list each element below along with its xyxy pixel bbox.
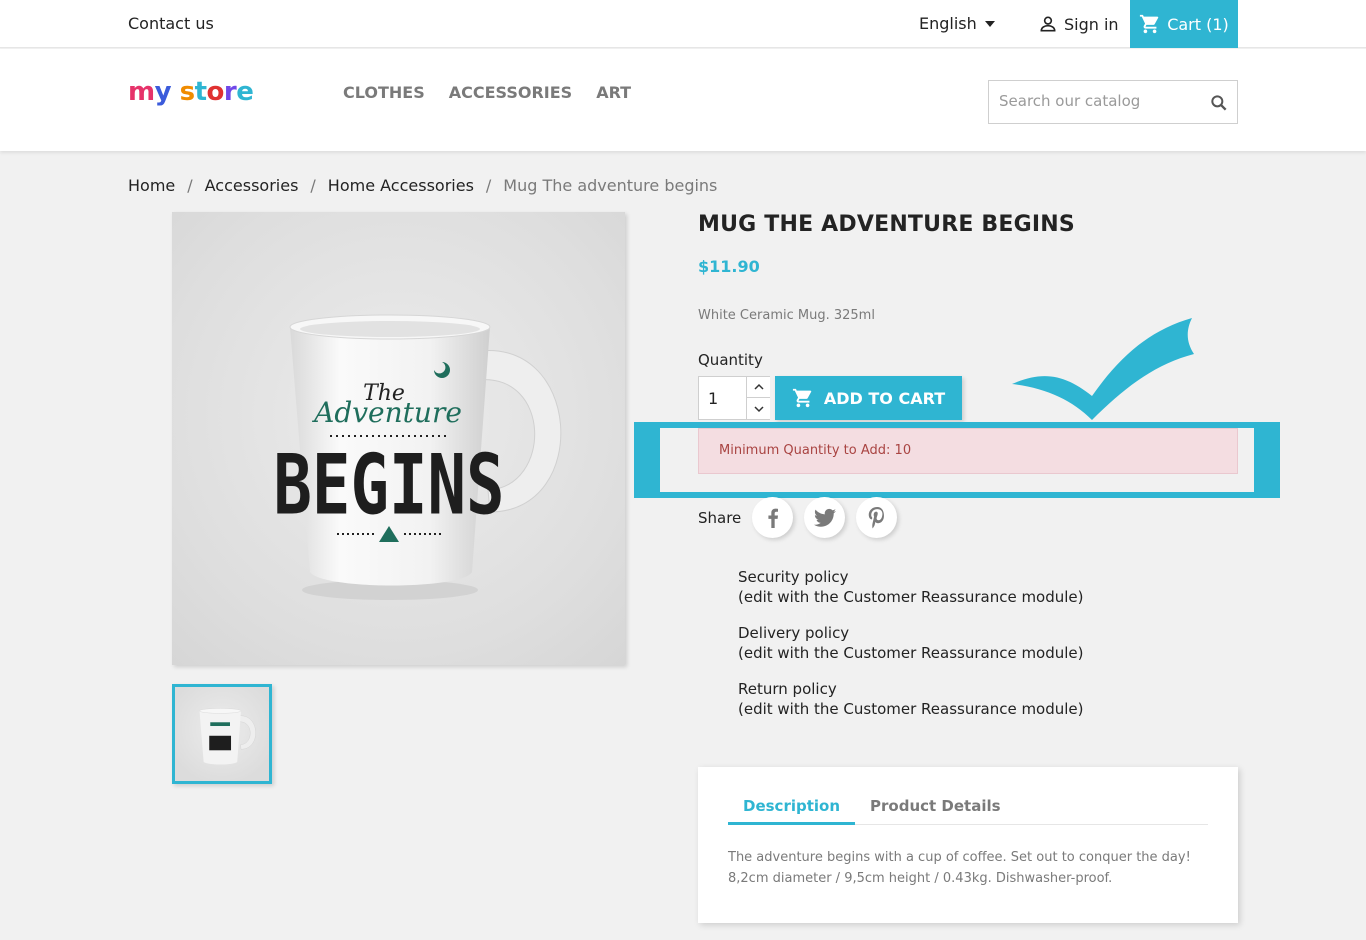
cart-button[interactable]: Cart (1)	[1130, 0, 1238, 48]
quantity-input[interactable]: 1	[708, 389, 718, 408]
twitter-icon	[813, 508, 836, 527]
top-bar: Contact us English Sign in Cart (1)	[0, 0, 1366, 48]
main-nav: CLOTHES ACCESSORIES ART	[343, 83, 631, 102]
cart-icon	[1140, 14, 1159, 34]
reassurance-title: Delivery policy	[738, 624, 850, 642]
product-main-image[interactable]: The Adventure BEGINS	[172, 212, 625, 665]
nav-clothes[interactable]: CLOTHES	[343, 83, 425, 102]
search-box	[988, 80, 1238, 124]
contact-us-link[interactable]: Contact us	[128, 14, 214, 33]
description-line: The adventure begins with a cup of coffe…	[728, 850, 1191, 865]
breadcrumb-accessories[interactable]: Accessories	[205, 176, 299, 195]
pinterest-icon	[868, 506, 884, 528]
share-label: Share	[698, 508, 742, 527]
reassurance-subtitle: (edit with the Customer Reassurance modu…	[738, 588, 1084, 606]
quantity-increase-button[interactable]	[746, 377, 770, 398]
chevron-up-icon	[753, 383, 764, 390]
breadcrumb-separator: /	[485, 176, 492, 195]
reassurance-subtitle: (edit with the Customer Reassurance modu…	[738, 644, 1084, 662]
share-twitter-button[interactable]	[804, 497, 846, 538]
tab-bar: Description Product Details	[728, 797, 1208, 825]
cart-label: Cart (1)	[1167, 14, 1229, 34]
search-input[interactable]	[989, 81, 1189, 121]
reassurance-security: Security policy (edit with the Customer …	[738, 567, 1084, 607]
facebook-icon	[768, 508, 778, 528]
mug-illustration: The Adventure BEGINS	[273, 314, 562, 600]
caret-down-icon	[984, 20, 995, 27]
description-line: 8,2cm diameter / 9,5cm height / 0.43kg. …	[728, 871, 1113, 886]
product-tabs: Description Product Details The adventur…	[698, 767, 1238, 923]
add-to-cart-label: ADD TO CART	[823, 388, 946, 408]
header: my store CLOTHES ACCESSORIES ART	[0, 49, 1366, 151]
quantity-decrease-button[interactable]	[746, 398, 770, 419]
reassurance-return: Return policy (edit with the Customer Re…	[738, 679, 1084, 719]
reassurance-subtitle: (edit with the Customer Reassurance modu…	[738, 700, 1084, 718]
sign-in-label: Sign in	[1064, 14, 1119, 34]
tab-description[interactable]: Description	[728, 797, 856, 825]
quantity-label: Quantity	[698, 351, 763, 369]
breadcrumb-separator: /	[310, 176, 316, 195]
mug-thumbnail-illustration	[199, 708, 256, 765]
minimum-quantity-alert: Minimum Quantity to Add: 10	[698, 428, 1238, 474]
checkmark-icon	[1012, 318, 1194, 420]
language-selector[interactable]: English	[919, 14, 995, 33]
share-bar: Share	[698, 497, 898, 538]
share-pinterest-button[interactable]	[856, 497, 898, 538]
store-logo[interactable]: my store	[128, 77, 254, 107]
breadcrumb: Home / Accessories / Home Accessories / …	[128, 176, 717, 195]
product-price: $11.90	[698, 257, 760, 276]
tab-product-details[interactable]: Product Details	[855, 797, 1016, 825]
product-title: MUG THE ADVENTURE BEGINS	[698, 212, 1075, 237]
breadcrumb-separator: /	[187, 176, 193, 195]
add-to-cart-button[interactable]: ADD TO CART	[775, 376, 962, 420]
breadcrumb-home[interactable]: Home	[128, 176, 175, 195]
cart-icon	[792, 388, 812, 408]
chevron-down-icon	[753, 405, 764, 412]
mug-text-begins: BEGINS	[273, 436, 504, 534]
product-short-description: White Ceramic Mug. 325ml	[698, 308, 875, 323]
product-thumbnail[interactable]	[172, 684, 272, 784]
nav-accessories[interactable]: ACCESSORIES	[449, 83, 572, 102]
user-icon	[1040, 16, 1056, 32]
reassurance-title: Security policy	[738, 568, 849, 586]
description-content: The adventure begins with a cup of coffe…	[728, 847, 1208, 889]
nav-art[interactable]: ART	[596, 83, 631, 102]
breadcrumb-home-accessories[interactable]: Home Accessories	[328, 176, 474, 195]
reassurance-title: Return policy	[738, 680, 837, 698]
reassurance-delivery: Delivery policy (edit with the Customer …	[738, 623, 1084, 663]
sign-in-link[interactable]: Sign in	[1038, 14, 1119, 34]
mug-text-adventure: Adventure	[311, 396, 462, 429]
breadcrumb-current: Mug The adventure begins	[503, 176, 718, 195]
share-facebook-button[interactable]	[752, 497, 794, 538]
quantity-stepper: 1	[698, 376, 770, 420]
language-label: English	[919, 14, 977, 33]
search-icon[interactable]	[1209, 93, 1229, 113]
